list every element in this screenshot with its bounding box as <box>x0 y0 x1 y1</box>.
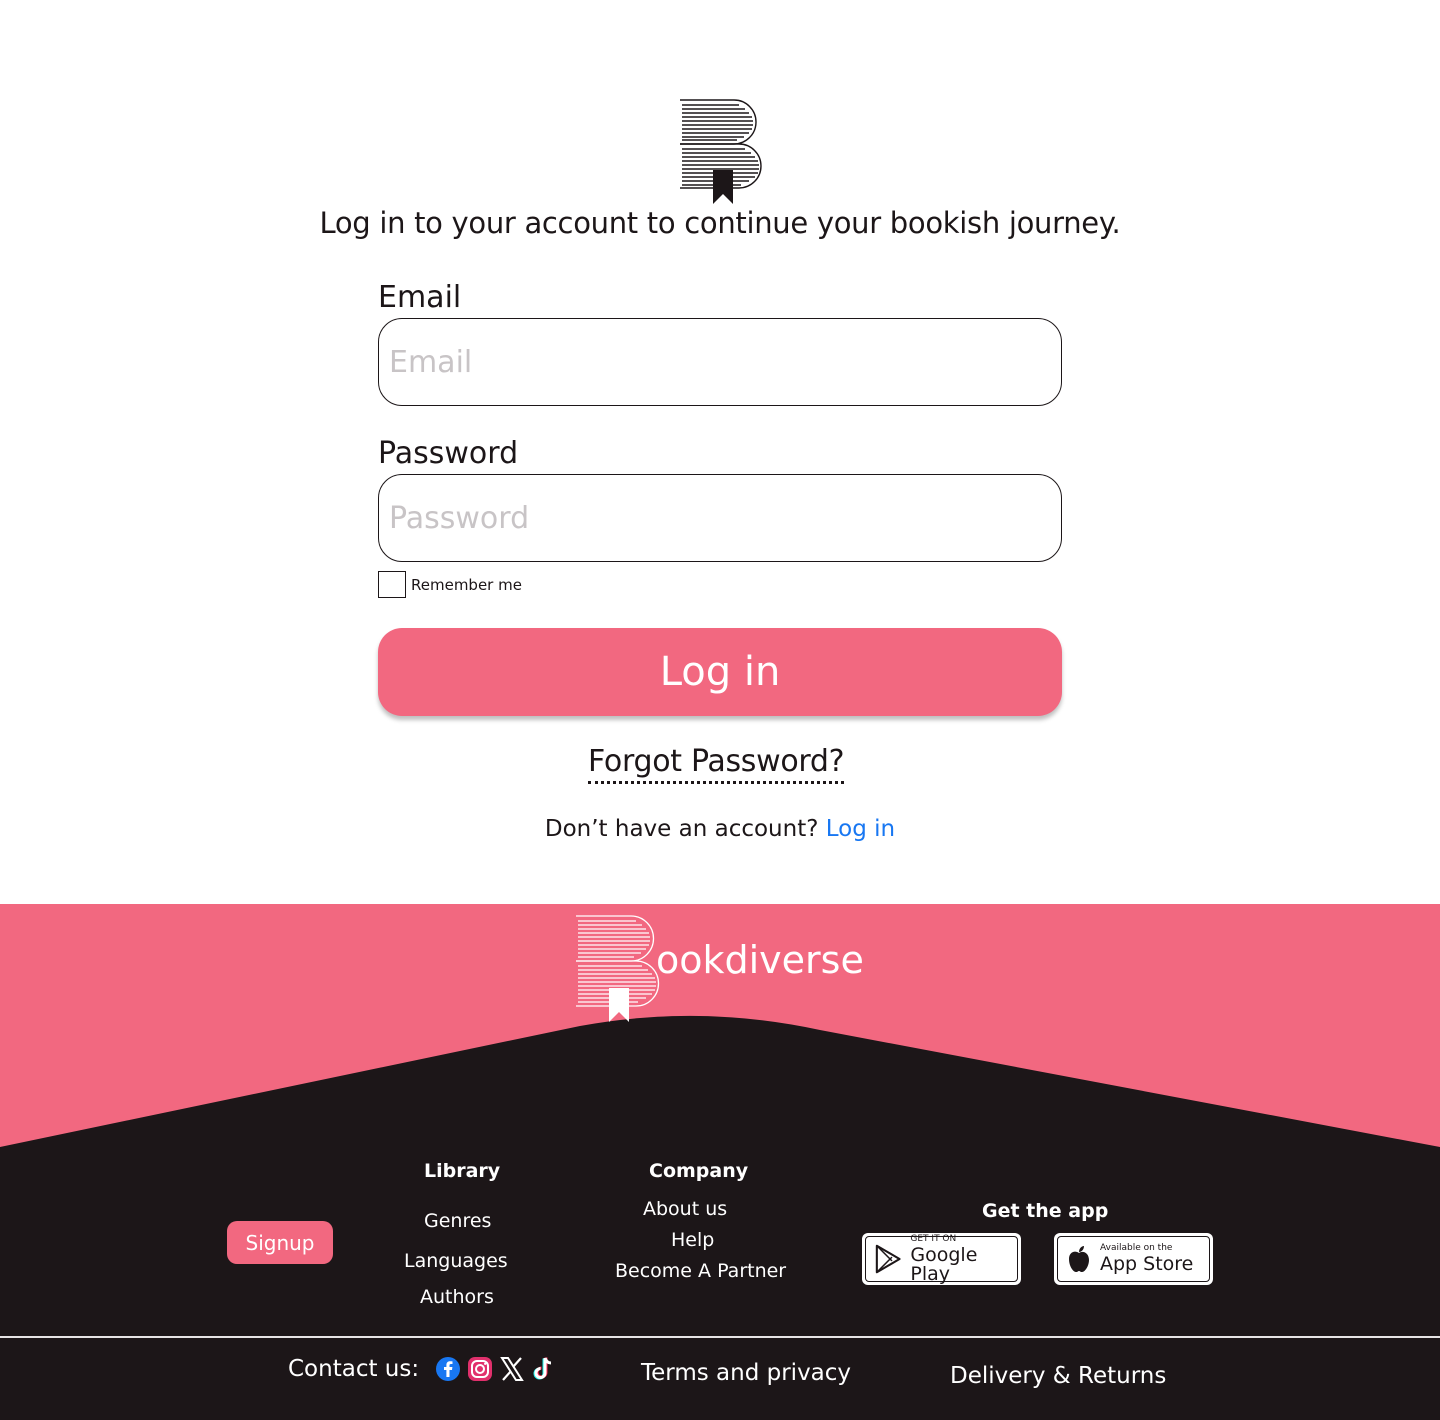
contact-row: Contact us: <box>288 1356 557 1382</box>
facebook-icon[interactable] <box>435 1356 461 1382</box>
forgot-password-link[interactable]: Forgot Password? <box>588 744 845 784</box>
footer-signup-button[interactable]: Signup <box>227 1221 333 1264</box>
company-heading: Company <box>649 1160 749 1182</box>
app-store-small-text: Available on the <box>1100 1243 1173 1253</box>
remember-me-label[interactable]: Remember me <box>411 576 522 594</box>
footer-brand-name: ookdiverse <box>656 938 864 982</box>
app-store-big-text: App Store <box>1100 1253 1194 1275</box>
bookdiverse-logo-icon <box>680 99 762 204</box>
company-link-about[interactable]: About us <box>643 1198 727 1220</box>
password-label: Password <box>378 436 519 471</box>
google-play-big-text: Google Play <box>910 1243 978 1285</box>
get-app-heading: Get the app <box>982 1200 1109 1222</box>
company-link-partner[interactable]: Become A Partner <box>615 1260 786 1282</box>
x-icon[interactable] <box>499 1356 525 1382</box>
library-link-genres[interactable]: Genres <box>424 1210 491 1232</box>
delivery-returns-link[interactable]: Delivery & Returns <box>950 1363 1166 1389</box>
email-label: Email <box>378 280 462 315</box>
no-account-text: Don’t have an account? <box>544 816 819 842</box>
library-heading: Library <box>424 1160 501 1182</box>
tiktok-icon[interactable] <box>531 1356 557 1382</box>
remember-me-checkbox[interactable] <box>378 571 406 598</box>
signup-prompt: Don’t have an account? Log in <box>0 816 1440 842</box>
terms-privacy-link[interactable]: Terms and privacy <box>641 1360 851 1386</box>
footer-logo-icon <box>576 915 660 1022</box>
company-link-help[interactable]: Help <box>671 1229 714 1251</box>
apple-icon <box>1069 1246 1089 1272</box>
contact-label: Contact us: <box>288 1356 420 1382</box>
instagram-icon[interactable] <box>467 1356 493 1382</box>
google-play-icon <box>875 1244 901 1274</box>
no-account-login-link[interactable]: Log in <box>826 816 895 842</box>
library-link-languages[interactable]: Languages <box>404 1250 508 1272</box>
password-input[interactable] <box>378 474 1062 562</box>
page-headline: Log in to your account to continue your … <box>319 206 1121 240</box>
email-input[interactable] <box>378 318 1062 406</box>
login-button[interactable]: Log in <box>378 628 1062 716</box>
library-link-authors[interactable]: Authors <box>420 1286 494 1308</box>
app-store-badge[interactable]: Available on the App Store <box>1054 1233 1213 1285</box>
footer-divider <box>0 1336 1440 1338</box>
google-play-small-text: GET IT ON <box>910 1233 957 1244</box>
remember-me-row: Remember me <box>378 571 522 598</box>
google-play-badge[interactable]: GET IT ON Google Play <box>862 1233 1021 1285</box>
